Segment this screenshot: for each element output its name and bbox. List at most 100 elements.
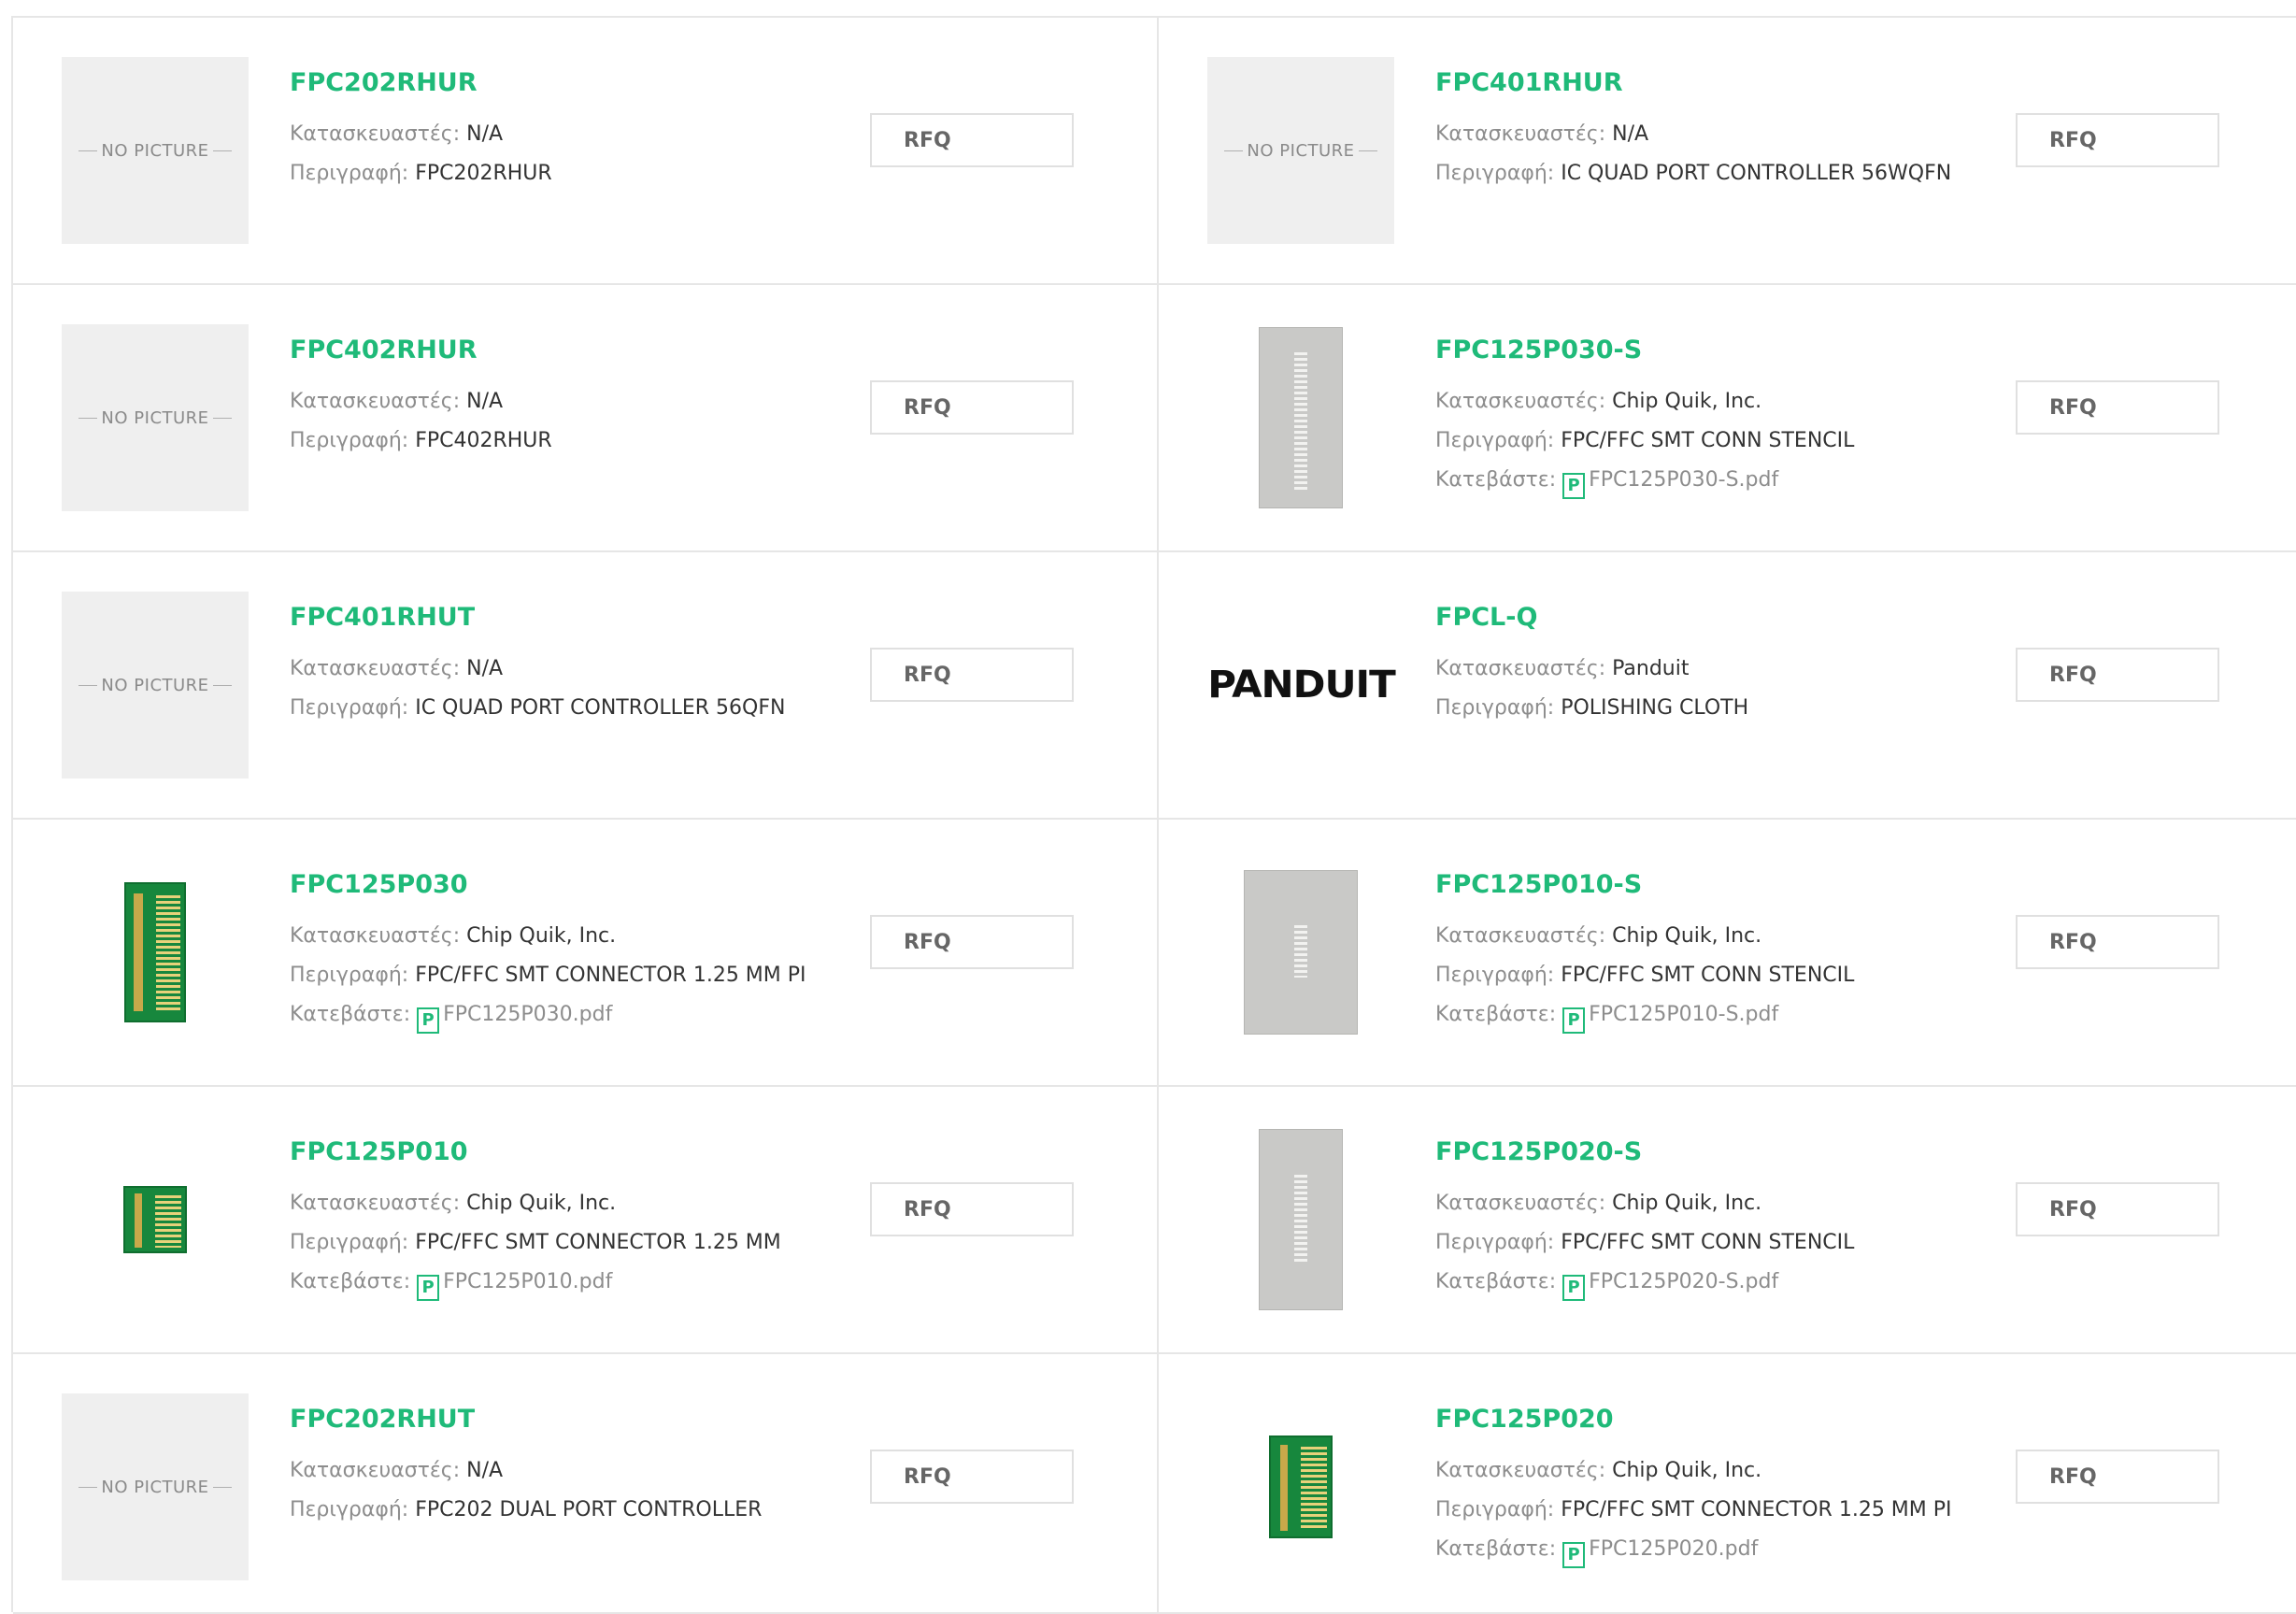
download-row: Κατεβάστε: P FPC125P010-S.pdf xyxy=(1435,1003,1778,1034)
no-picture-placeholder: NO PICTURE xyxy=(62,57,249,244)
no-picture-label: NO PICTURE xyxy=(1222,141,1378,161)
description-row: Περιγραφή: FPC/FFC SMT CONNECTOR 1.25 MM… xyxy=(290,964,806,987)
manufacturer-label: Κατασκευαστές: xyxy=(1435,924,1606,948)
product-part-link[interactable]: FPC402RHUR xyxy=(290,336,478,364)
product-part-link[interactable]: FPC125P010-S xyxy=(1435,870,1642,899)
manufacturer-label: Κατασκευαστές: xyxy=(1435,122,1606,146)
manufacturer-label: Κατασκευαστές: xyxy=(1435,1459,1606,1482)
rfq-button[interactable]: RFQ xyxy=(870,1182,1074,1236)
rfq-button[interactable]: RFQ xyxy=(870,648,1074,702)
product-part-link[interactable]: FPC125P030-S xyxy=(1435,336,1642,364)
description-row: Περιγραφή: FPC/FFC SMT CONNECTOR 1.25 MM… xyxy=(1435,1498,1952,1521)
manufacturer-label: Κατασκευαστές: xyxy=(1435,390,1606,413)
product-part-link[interactable]: FPC125P020-S xyxy=(1435,1137,1642,1166)
rfq-button[interactable]: RFQ xyxy=(2016,380,2219,435)
rfq-button[interactable]: RFQ xyxy=(2016,1450,2219,1504)
product-image[interactable] xyxy=(1207,324,1394,511)
datasheet-link[interactable]: FPC125P030.pdf xyxy=(443,1003,612,1026)
product-image[interactable] xyxy=(62,859,249,1046)
manufacturer-value: Chip Quik, Inc. xyxy=(466,1192,617,1215)
product-card: NO PICTURE FPC401RHUR Κατασκευαστές: N/A… xyxy=(1159,18,2296,285)
manufacturer-value: Chip Quik, Inc. xyxy=(466,924,617,948)
product-card: NO PICTURE FPC401RHUT Κατασκευαστές: N/A… xyxy=(13,552,1159,820)
manufacturer-row: Κατασκευαστές: N/A xyxy=(290,657,503,680)
product-part-link[interactable]: FPC125P010 xyxy=(290,1137,468,1166)
rfq-button[interactable]: RFQ xyxy=(2016,113,2219,167)
description-row: Περιγραφή: IC QUAD PORT CONTROLLER 56QFN xyxy=(290,696,785,720)
rfq-button[interactable]: RFQ xyxy=(870,915,1074,969)
product-part-link[interactable]: FPC202RHUT xyxy=(290,1405,475,1434)
no-picture-placeholder: NO PICTURE xyxy=(1207,57,1394,244)
product-part-link[interactable]: FPC125P020 xyxy=(1435,1405,1614,1434)
product-image[interactable]: PANDUIT xyxy=(1207,592,1396,778)
description-label: Περιγραφή: xyxy=(290,696,409,720)
description-value: FPC202RHUR xyxy=(415,162,552,185)
manufacturer-row: Κατασκευαστές: N/A xyxy=(290,1459,503,1482)
rfq-button[interactable]: RFQ xyxy=(870,380,1074,435)
description-row: Περιγραφή: FPC/FFC SMT CONN STENCIL xyxy=(1435,429,1854,452)
manufacturer-row: Κατασκευαστές: Chip Quik, Inc. xyxy=(1435,924,1761,948)
description-value: FPC/FFC SMT CONN STENCIL xyxy=(1561,429,1855,452)
description-row: Περιγραφή: FPC/FFC SMT CONN STENCIL xyxy=(1435,964,1854,987)
manufacturer-row: Κατασκευαστές: Chip Quik, Inc. xyxy=(1435,390,1761,413)
datasheet-link[interactable]: FPC125P010-S.pdf xyxy=(1589,1003,1778,1026)
description-label: Περιγραφή: xyxy=(1435,1498,1555,1521)
download-label: Κατεβάστε: xyxy=(290,1270,411,1293)
manufacturer-value: N/A xyxy=(466,390,504,413)
description-label: Περιγραφή: xyxy=(290,1498,409,1521)
stencil-image xyxy=(1259,327,1343,508)
product-part-link[interactable]: FPC401RHUT xyxy=(290,603,475,632)
manufacturer-label: Κατασκευαστές: xyxy=(290,1459,461,1482)
description-value: FPC/FFC SMT CONN STENCIL xyxy=(1561,964,1855,987)
product-part-link[interactable]: FPC401RHUR xyxy=(1435,68,1623,97)
stencil-slots xyxy=(1294,925,1307,978)
download-label: Κατεβάστε: xyxy=(1435,1270,1557,1293)
datasheet-link[interactable]: FPC125P020.pdf xyxy=(1589,1537,1758,1561)
no-picture-placeholder: NO PICTURE xyxy=(62,592,249,778)
description-row: Περιγραφή: FPC402RHUR xyxy=(290,429,552,452)
description-value: FPC202 DUAL PORT CONTROLLER xyxy=(415,1498,763,1521)
product-image[interactable] xyxy=(1207,859,1394,1046)
product-part-link[interactable]: FPC125P030 xyxy=(290,870,468,899)
product-card: NO PICTURE FPC202RHUT Κατασκευαστές: N/A… xyxy=(13,1354,1159,1614)
product-image[interactable] xyxy=(1207,1393,1394,1580)
manufacturer-value: N/A xyxy=(1612,122,1649,146)
download-row: Κατεβάστε: P FPC125P030.pdf xyxy=(290,1003,612,1034)
description-label: Περιγραφή: xyxy=(1435,162,1555,185)
product-card: FPC125P030-S Κατασκευαστές: Chip Quik, I… xyxy=(1159,285,2296,552)
pcb-pins xyxy=(156,895,180,1011)
download-row: Κατεβάστε: P FPC125P010.pdf xyxy=(290,1270,612,1301)
manufacturer-value: Chip Quik, Inc. xyxy=(1612,390,1762,413)
datasheet-link[interactable]: FPC125P020-S.pdf xyxy=(1589,1270,1778,1293)
pcb-pins xyxy=(155,1195,181,1248)
description-label: Περιγραφή: xyxy=(290,1231,409,1254)
product-card: PANDUIT FPCL-Q Κατασκευαστές: Panduit Πε… xyxy=(1159,552,2296,820)
rfq-button[interactable]: RFQ xyxy=(2016,648,2219,702)
pcb-connector xyxy=(1280,1445,1288,1531)
manufacturer-value: Chip Quik, Inc. xyxy=(1612,1459,1762,1482)
pdf-icon: P xyxy=(417,1007,440,1034)
description-label: Περιγραφή: xyxy=(290,964,409,987)
rfq-button[interactable]: RFQ xyxy=(2016,915,2219,969)
description-value: IC QUAD PORT CONTROLLER 56QFN xyxy=(415,696,786,720)
rfq-button[interactable]: RFQ xyxy=(870,113,1074,167)
product-card: NO PICTURE FPC402RHUR Κατασκευαστές: N/A… xyxy=(13,285,1159,552)
description-row: Περιγραφή: IC QUAD PORT CONTROLLER 56WQF… xyxy=(1435,162,1951,185)
product-card: FPC125P030 Κατασκευαστές: Chip Quik, Inc… xyxy=(13,820,1159,1087)
pcb-image xyxy=(124,882,186,1022)
product-part-link[interactable]: FPC202RHUR xyxy=(290,68,478,97)
stencil-image xyxy=(1259,1129,1343,1310)
datasheet-link[interactable]: FPC125P010.pdf xyxy=(443,1270,612,1293)
description-label: Περιγραφή: xyxy=(290,429,409,452)
product-image[interactable] xyxy=(62,1126,249,1313)
product-part-link[interactable]: FPCL-Q xyxy=(1435,603,1537,632)
rfq-button[interactable]: RFQ xyxy=(870,1450,1074,1504)
product-card: NO PICTURE FPC202RHUR Κατασκευαστές: N/A… xyxy=(13,18,1159,285)
download-label: Κατεβάστε: xyxy=(1435,468,1557,492)
rfq-button[interactable]: RFQ xyxy=(2016,1182,2219,1236)
datasheet-link[interactable]: FPC125P030-S.pdf xyxy=(1589,468,1778,492)
product-image[interactable] xyxy=(1207,1126,1394,1313)
download-row: Κατεβάστε: P FPC125P020-S.pdf xyxy=(1435,1270,1778,1301)
manufacturer-row: Κατασκευαστές: Chip Quik, Inc. xyxy=(1435,1459,1761,1482)
no-picture-label: NO PICTURE xyxy=(77,408,233,428)
